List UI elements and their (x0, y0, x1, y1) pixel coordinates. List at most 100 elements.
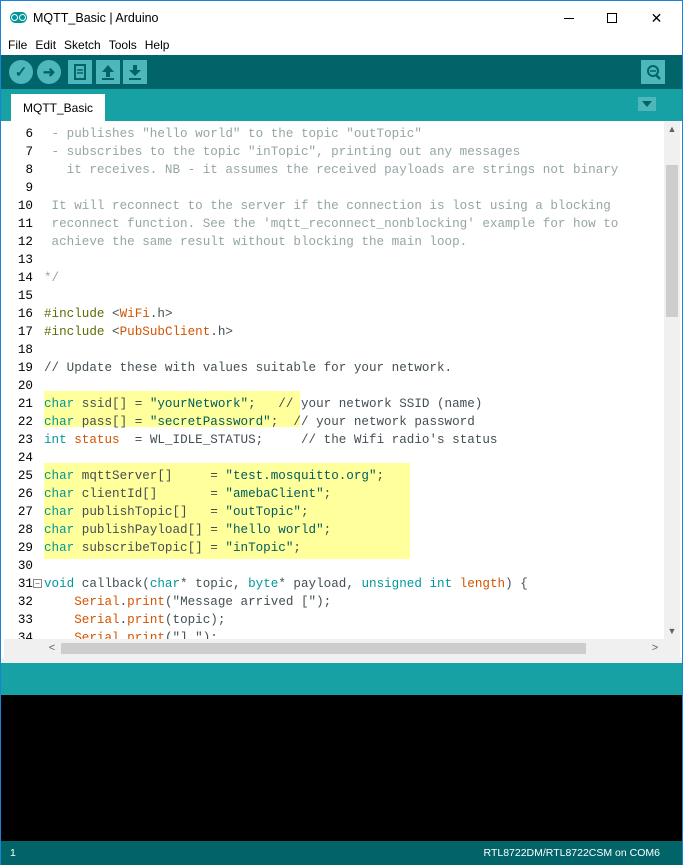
code-token: print (127, 613, 165, 627)
line-number: 29 (17, 541, 33, 555)
console-output[interactable] (1, 695, 682, 841)
line-number: 14 (17, 271, 33, 285)
code-token: ; // your network password (270, 415, 475, 429)
code-token: ) { (505, 577, 528, 591)
code-token: unsigned int (361, 577, 453, 591)
window-title: MQTT_Basic | Arduino (33, 11, 159, 25)
tab-menu-dropdown-icon[interactable] (638, 97, 656, 111)
code-token: ; (300, 505, 309, 519)
code-token: int (44, 433, 67, 447)
scroll-up-arrow-icon[interactable]: ▲ (664, 121, 680, 137)
menu-help[interactable]: Help (141, 38, 174, 52)
line-number: 23 (17, 433, 33, 447)
code-token: ; (293, 541, 301, 555)
line-number: 15 (17, 289, 33, 303)
minimize-button[interactable] (546, 1, 591, 35)
maximize-button[interactable] (589, 1, 634, 35)
upload-button[interactable]: ➜ (37, 60, 61, 84)
code-token: < (112, 307, 120, 321)
code-token: * topic, (180, 577, 249, 591)
line-number: 21 (17, 397, 33, 411)
code-line: Serial.print(topic); (44, 611, 225, 629)
code-token: byte (248, 577, 279, 591)
code-token: #include (44, 307, 113, 321)
code-area[interactable]: - publishes "hello world" to the topic "… (44, 121, 664, 639)
code-token: ; (376, 469, 385, 483)
code-token: "test.mosquitto.org" (225, 469, 377, 483)
code-token: char (44, 469, 75, 483)
code-token: */ (44, 271, 60, 285)
code-token: reconnect function. See the 'mqtt_reconn… (44, 217, 619, 231)
line-number: 10 (17, 199, 33, 213)
close-button[interactable]: ✕ (634, 1, 679, 35)
scroll-right-arrow-icon[interactable]: > (647, 639, 663, 658)
scroll-down-arrow-icon[interactable]: ▼ (664, 623, 680, 639)
line-number: 9 (25, 181, 33, 195)
upload-icon: ➜ (42, 64, 56, 81)
serial-monitor-button[interactable] (641, 60, 665, 84)
tab-mqtt-basic[interactable]: MQTT_Basic (11, 94, 105, 121)
code-line: It will reconnect to the server if the c… (44, 197, 611, 215)
save-button[interactable] (123, 60, 147, 84)
code-line: char pass[] = "secretPassword"; // your … (44, 413, 475, 431)
verify-button[interactable]: ✓ (9, 60, 33, 84)
code-token: .h> (149, 307, 173, 321)
code-token: print (127, 631, 165, 639)
menu-bar: File Edit Sketch Tools Help (1, 35, 682, 55)
code-editor[interactable]: 6 7 8 9 10 11 12 13 14 15 16 17 18 19 20 21 22 23 24 25 26 27… (4, 121, 680, 639)
fold-toggle-icon[interactable]: − (33, 579, 42, 588)
code-token: publishTopic[] = (74, 505, 226, 519)
line-number-gutter: 6 7 8 9 10 11 12 13 14 15 16 17 18 19 20 21 22 23 24 25 26 27… (4, 121, 44, 639)
code-line: char clientId[] = "amebaClient"; (44, 485, 331, 503)
vertical-scroll-thumb[interactable] (666, 165, 678, 317)
code-token: "amebaClient" (225, 487, 324, 501)
horizontal-scroll-thumb[interactable] (61, 643, 586, 654)
line-number: 19 (17, 361, 33, 375)
toolbar: ✓ ➜ (1, 55, 682, 89)
footer-bar: 1 RTL8722DM/RTL8722CSM on COM6 (1, 841, 682, 865)
code-token: "outTopic" (225, 505, 301, 519)
code-line: char ssid[] = "yourNetwork"; // your net… (44, 395, 482, 413)
code-token: clientId[] = (74, 487, 226, 501)
code-token: Serial (74, 613, 120, 627)
line-number: 20 (17, 379, 33, 393)
maximize-icon (606, 13, 617, 23)
new-button[interactable] (68, 60, 92, 84)
open-button[interactable] (96, 60, 120, 84)
code-line: char subscribeTopic[] = "inTopic"; (44, 539, 301, 557)
code-token: it receives. NB - it assumes the receive… (44, 163, 619, 177)
menu-sketch[interactable]: Sketch (60, 38, 105, 52)
line-number: 16 (17, 307, 33, 321)
title-bar[interactable]: MQTT_Basic | Arduino ✕ (1, 1, 682, 35)
menu-edit[interactable]: Edit (31, 38, 60, 52)
scroll-left-arrow-icon[interactable]: < (44, 639, 60, 658)
menu-tools[interactable]: Tools (105, 38, 141, 52)
code-token: ("Message arrived ["); (164, 595, 332, 609)
menu-file[interactable]: File (4, 38, 31, 52)
code-token: = WL_IDLE_STATUS; // the Wifi radio's st… (119, 433, 498, 447)
code-token: mqttServer[] = (74, 469, 226, 483)
code-line: - subscribes to the topic "inTopic", pri… (44, 143, 521, 161)
line-number: 34 (17, 631, 33, 639)
line-number: 7 (25, 145, 33, 159)
code-token: callback( (74, 577, 150, 591)
code-token: "hello world" (225, 523, 324, 537)
code-line: it receives. NB - it assumes the receive… (44, 161, 619, 179)
line-number: 6 (25, 127, 33, 141)
message-status-bar (1, 663, 682, 695)
code-token: ; (323, 523, 332, 537)
code-token: subscribeTopic[] = (74, 541, 226, 555)
code-line: char mqttServer[] = "test.mosquitto.org"… (44, 467, 384, 485)
vertical-scrollbar[interactable]: ▲ ▼ (664, 121, 680, 639)
line-number: 17 (17, 325, 33, 339)
line-number: 28 (17, 523, 33, 537)
code-token: "secretPassword" (149, 415, 271, 429)
code-line: // Update these with values suitable for… (44, 359, 452, 377)
code-token: - subscribes to the topic "inTopic", pri… (44, 145, 521, 159)
horizontal-scrollbar[interactable]: < > (4, 639, 680, 658)
code-token: ("] "); (164, 631, 218, 639)
code-token: status (74, 433, 120, 447)
